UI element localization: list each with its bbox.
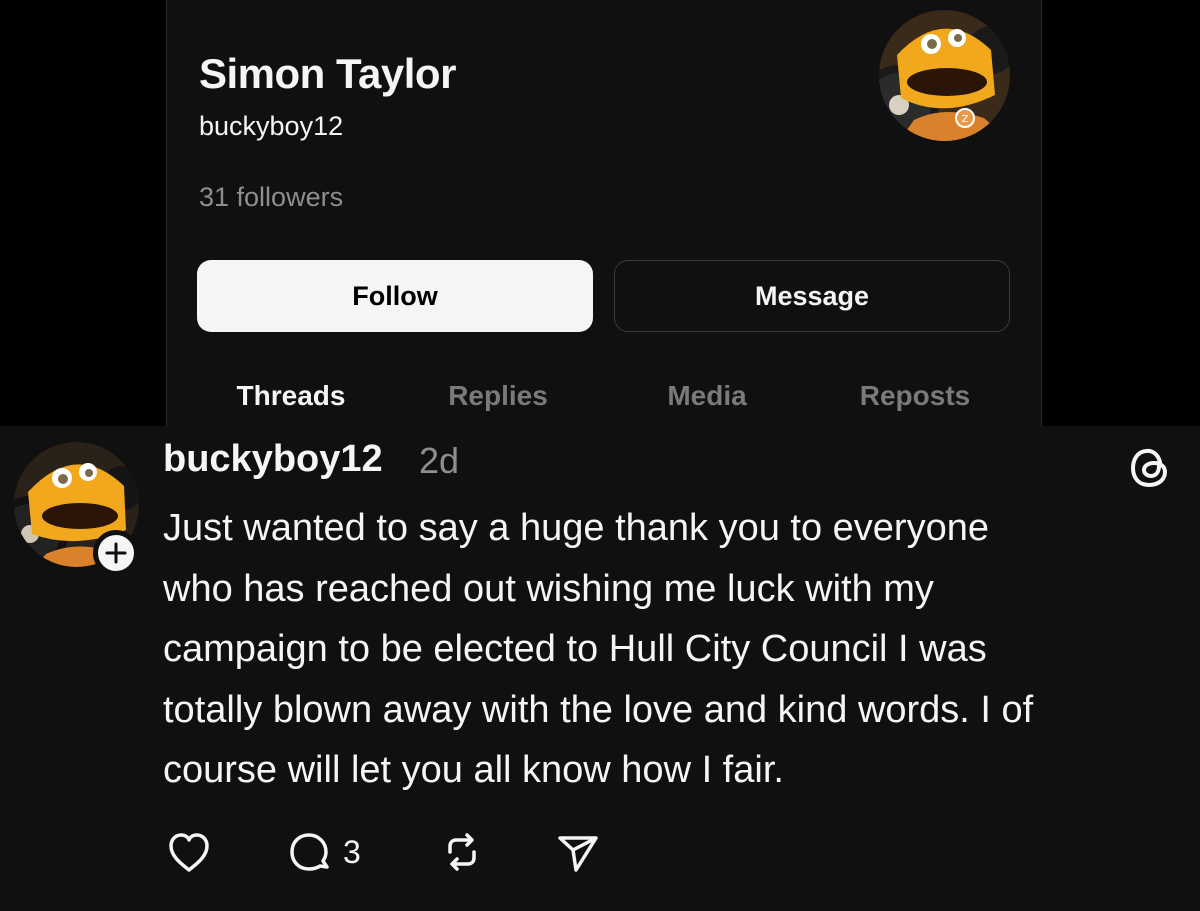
post-actions: 3: [0, 826, 1200, 886]
like-button[interactable]: [163, 826, 215, 878]
plus-icon: [105, 542, 127, 564]
zippy-avatar-icon: Z: [879, 10, 1010, 141]
tab-threads[interactable]: Threads: [237, 380, 346, 412]
reply-count: 3: [343, 833, 361, 870]
profile-name: Simon Taylor: [199, 50, 456, 97]
tab-media[interactable]: Media: [667, 380, 746, 412]
thread-post: buckyboy12 2d Just wanted to say a huge …: [0, 426, 1200, 911]
post-text-line: Just wanted to say a huge thank you to e…: [163, 507, 989, 549]
profile-header: Simon Taylor buckyboy12 31 followers Z F…: [166, 0, 1042, 426]
threads-logo-icon[interactable]: [1127, 444, 1173, 490]
followers-count[interactable]: 31 followers: [199, 182, 343, 213]
follow-button[interactable]: Follow: [197, 260, 593, 332]
post-timestamp: 2d: [419, 440, 460, 481]
share-button[interactable]: [552, 826, 604, 878]
post-text-line: campaign to be elected to Hull City Coun…: [163, 628, 987, 670]
profile-screenshot: Simon Taylor buckyboy12 31 followers Z F…: [0, 0, 1200, 426]
post-username[interactable]: buckyboy12: [163, 438, 383, 481]
tab-reposts[interactable]: Reposts: [860, 380, 970, 412]
repost-icon: [448, 833, 476, 871]
profile-avatar[interactable]: Z: [879, 10, 1010, 141]
post-text-line: totally blown away with the love and kin…: [163, 688, 1034, 731]
reply-button[interactable]: 3: [283, 826, 361, 878]
profile-tabs: Threads Replies Media Reposts: [167, 372, 1043, 426]
follow-badge[interactable]: [93, 530, 139, 576]
svg-text:Z: Z: [962, 114, 969, 125]
tab-replies[interactable]: Replies: [448, 380, 548, 412]
send-icon: [558, 836, 598, 872]
heart-icon: [169, 833, 209, 872]
message-button[interactable]: Message: [614, 260, 1010, 332]
profile-handle[interactable]: buckyboy12: [199, 111, 343, 142]
comment-icon: [290, 833, 329, 871]
post-text-line: who has reached out wishing me luck with…: [163, 567, 934, 610]
repost-button[interactable]: [436, 826, 488, 878]
post-text-line: course will let you all know how I fair.: [163, 749, 784, 791]
post-text: Just wanted to say a huge thank you to e…: [163, 498, 1183, 801]
